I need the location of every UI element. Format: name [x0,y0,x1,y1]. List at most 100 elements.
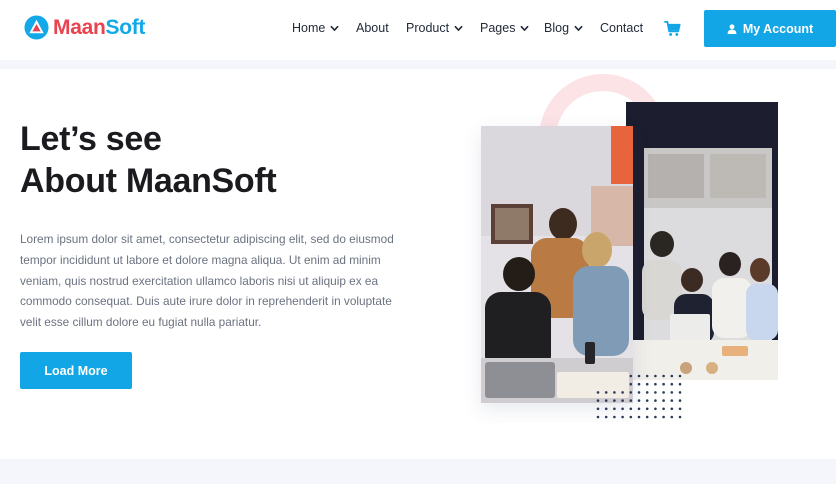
decorative-dot [662,382,665,386]
decorative-dot [678,374,682,378]
decorative-dot [637,399,641,402]
decorative-dot [613,407,616,411]
brand-name-part2: Soft [105,15,146,39]
team-photo-back [626,102,778,380]
decorative-dot [596,399,600,402]
decorative-dot [596,415,600,419]
decorative-dot [596,391,600,394]
chevron-down-icon [454,25,463,31]
hero-description-line: commodo consequat. Duis aute irure dolor… [20,294,392,309]
decorative-dot [670,399,674,402]
decorative-dot [678,407,682,411]
nav-item-label: Product [406,21,450,35]
hero-title: Let’s see About MaanSoft [20,118,277,202]
decorative-dot [678,399,682,402]
nav-item-blog[interactable]: Blog [544,21,583,35]
decorative-dot [654,415,657,419]
decorative-dot [637,391,641,394]
decorative-dot [604,407,608,411]
hero-description-line: velit esse cillum dolore eu fugiat nulla… [20,315,262,330]
brand-name-part1: Maan [53,15,106,39]
load-more-button[interactable]: Load More [20,352,132,389]
decorative-dot [670,415,674,419]
brand-logo[interactable]: MaanSoft [24,15,145,40]
decorative-dot-grid [596,374,682,419]
decorative-dot [670,374,674,378]
decorative-dot [621,391,624,394]
decorative-dot [670,391,674,394]
decorative-dot [670,382,674,386]
nav-item-label: Pages [480,21,516,35]
decorative-dot [604,415,608,419]
decorative-dot [645,399,649,402]
nav-item-contact[interactable]: Contact [600,21,643,35]
decorative-dot [654,391,657,394]
section-divider-top [0,60,836,69]
decorative-dot [678,382,682,386]
decorative-dot [621,415,624,419]
decorative-dot [654,407,657,411]
nav-item-home[interactable]: Home [292,21,339,35]
decorative-dot [654,374,657,378]
logo-icon [24,15,49,40]
decorative-dot [645,415,649,419]
decorative-dot [637,374,641,378]
decorative-dot [596,407,600,411]
hero-title-line2: About MaanSoft [20,162,277,200]
decorative-dot [678,415,682,419]
hero-description-line: tempor incididunt ut labore et dolore ma… [20,252,381,267]
nav-item-label: Home [292,21,326,35]
nav-item-product[interactable]: Product [406,21,463,35]
decorative-dot [629,391,633,394]
nav-item-pages[interactable]: Pages [480,21,529,35]
decorative-dot [629,415,633,419]
decorative-dot [629,399,633,402]
site-header: MaanSoft Home About Product Pages Blog C… [0,0,836,60]
my-account-button[interactable]: My Account [704,10,836,47]
brand-name: MaanSoft [53,16,145,40]
chevron-down-icon [520,25,529,31]
decorative-dot [613,391,616,394]
nav-item-about[interactable]: About [356,21,389,35]
decorative-dot [662,399,665,402]
hero-description-line: Lorem ipsum dolor sit amet, consectetur … [20,232,394,246]
hero-description-line: veniam, quis nostrud exercitation ullamc… [20,273,379,288]
decorative-dot [604,399,608,402]
decorative-dot [662,374,665,378]
decorative-dot [662,391,665,394]
decorative-dot [629,407,633,411]
page: MaanSoft Home About Product Pages Blog C… [0,0,836,484]
decorative-dot [613,415,616,419]
user-icon [727,23,737,34]
decorative-dot [629,374,633,378]
hero-description: Lorem ipsum dolor sit amet, consectetur … [20,229,410,333]
decorative-dot [645,374,649,378]
section-divider-bottom [0,459,836,484]
my-account-label: My Account [742,21,814,36]
decorative-dot [645,407,649,411]
decorative-dot [637,382,641,386]
decorative-dot [604,391,608,394]
chevron-down-icon [330,25,339,31]
decorative-dot [629,382,633,386]
decorative-dot [662,407,665,411]
decorative-dot [621,399,624,402]
decorative-dot [670,407,674,411]
team-photo-front [481,126,633,403]
decorative-dot [645,391,649,394]
hero-title-line1: Let’s see [20,120,162,158]
decorative-dot [637,407,641,411]
cart-icon[interactable] [664,20,681,37]
chevron-down-icon [574,25,583,31]
decorative-dot [613,399,616,402]
decorative-dot [662,415,665,419]
decorative-dot [621,407,624,411]
nav-item-label: Blog [544,21,570,35]
decorative-dot [654,399,657,402]
decorative-dot [645,382,649,386]
nav-item-label: Contact [600,21,644,35]
decorative-dot [637,415,641,419]
decorative-dot [654,382,657,386]
nav-item-label: About [356,21,389,35]
decorative-dot [678,391,682,394]
